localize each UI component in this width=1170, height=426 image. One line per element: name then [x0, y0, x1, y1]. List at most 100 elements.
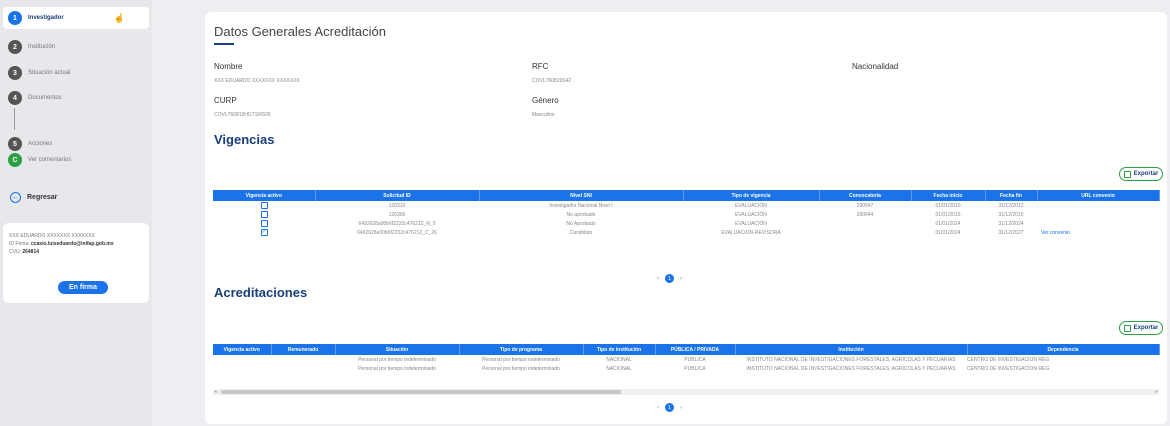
vigencias-pagination: ‹ 1 › — [657, 274, 682, 283]
vigencias-table: Vigencia activo Solicitud ID Nivel SNI T… — [213, 190, 1160, 237]
page-button[interactable]: 1 — [665, 274, 674, 283]
tipo-institucion: NACIONAL — [606, 365, 632, 372]
status-badge[interactable]: En firma — [58, 281, 108, 294]
situacion: Personal por tiempo indeterminado — [358, 365, 436, 372]
column-header[interactable]: Solicitud ID — [315, 190, 480, 201]
column-header[interactable]: Tipo de institución — [583, 344, 656, 355]
publica-privada: PUBLICA — [684, 365, 706, 372]
tipo-vigencia: EVALUACION-REVISORA — [721, 229, 781, 236]
scroll-right-icon[interactable]: ▸ — [1155, 389, 1158, 395]
step-institucion[interactable]: 2 Institución — [8, 38, 55, 56]
title-underline — [214, 43, 234, 45]
table-row: ✓ 6492628a00b6f2232c476212_C_26 Candidat… — [213, 228, 1159, 237]
fecha-fin: 31/12/2027 — [998, 229, 1024, 236]
acreditaciones-pagination: ‹ 1 › — [657, 403, 682, 412]
column-header[interactable]: Convocatoria — [819, 190, 912, 201]
step-ver-comentarios[interactable]: C Ver comentarios — [8, 151, 71, 169]
tipo-vigencia: EVALUACIÓN — [735, 220, 767, 227]
column-header[interactable]: Vigencia activo — [213, 344, 272, 355]
vigencia-checkbox[interactable] — [260, 211, 268, 218]
scroll-left-icon[interactable]: ◂ — [214, 389, 217, 395]
url-convenio[interactable] — [1037, 219, 1159, 228]
fecha-fin: 31/12/2015 — [998, 211, 1024, 218]
export-label: Exportar — [1133, 325, 1159, 331]
page-title: Datos Generales Acreditación — [214, 24, 386, 39]
step-label: Investigador — [28, 15, 64, 21]
next-page-icon[interactable]: › — [680, 276, 682, 282]
column-header[interactable]: Tipo de vigencia — [683, 190, 820, 201]
column-header[interactable]: Situación — [335, 344, 460, 355]
acreditaciones-title: Acreditaciones — [214, 285, 308, 300]
table-header-row: Vigencia activo Solicitud ID Nivel SNI T… — [213, 190, 1160, 201]
prev-page-icon[interactable]: ‹ — [657, 276, 659, 282]
step-label: Acciones — [28, 141, 53, 147]
vigencia-checkbox-checked[interactable]: ✓ — [260, 229, 268, 236]
step-label: Documentos — [28, 95, 62, 101]
column-header[interactable]: Fecha inicio — [911, 190, 986, 201]
solicitud-id: 6492628a00b6f2232c476212_N_0 — [358, 220, 436, 227]
publica-privada: PUBLICA — [684, 356, 706, 363]
column-header[interactable]: URL convenio — [1037, 190, 1160, 201]
export-icon — [1123, 170, 1131, 178]
tipo-programa: Personal por tiempo indeterminado — [482, 356, 560, 363]
nivel-sni: Candidato — [569, 229, 593, 236]
column-header[interactable]: Nivel SNI — [479, 190, 684, 201]
url-convenio[interactable] — [1037, 201, 1159, 210]
horizontal-scrollbar[interactable]: ◂ ▸ — [213, 389, 1159, 395]
step-number: 4 — [8, 91, 22, 105]
step-number: 3 — [8, 66, 22, 80]
fecha-inicio: 01/01/2024 — [935, 229, 961, 236]
ver-convenio-link[interactable]: Ver convenio — [1037, 228, 1159, 237]
step-investigador[interactable]: 1 Investigador ☝ — [3, 7, 149, 29]
vigencia-checkbox[interactable] — [260, 202, 268, 209]
situacion: Personal por tiempo indeterminado — [358, 356, 436, 363]
tipo-vigencia: EVALUACIÓN — [735, 202, 767, 209]
fecha-inicio: 01/01/2024 — [935, 220, 961, 227]
regresar-button[interactable]: ← Regresar — [10, 192, 57, 203]
nacionalidad-label: Nacionalidad — [852, 62, 899, 71]
column-header[interactable]: PÚBLICA / PRIVADA — [655, 344, 736, 355]
table-row: 120310 Investigador Nacional Nivel I EVA… — [213, 201, 1159, 210]
prev-page-icon[interactable]: ‹ — [657, 405, 659, 411]
solicitud-id: 120306 — [388, 211, 406, 218]
step-label: Ver comentarios — [28, 157, 72, 163]
step-documentos[interactable]: 4 Documentos — [8, 89, 62, 107]
user-firma: ID Firma: ccasio.luiseduardo@inifap.gob.… — [9, 241, 114, 247]
user-card: XXX EDUARDO XXXXXXX XXXXXXX ID Firma: cc… — [3, 223, 149, 303]
page-button[interactable]: 1 — [665, 403, 674, 412]
column-header[interactable]: Tipo de programa — [459, 344, 584, 355]
back-arrow-icon: ← — [10, 192, 21, 203]
column-header[interactable]: Remunerado — [271, 344, 336, 355]
table-row: 6492628a00b6f2232c476212_N_0 No Aprobado… — [213, 219, 1159, 228]
next-page-icon[interactable]: › — [680, 405, 682, 411]
column-header[interactable]: Vigencia activo — [213, 190, 316, 201]
step-number: 1 — [8, 11, 22, 25]
export-vigencias-button[interactable]: Exportar — [1119, 167, 1163, 181]
convocatoria — [819, 219, 911, 228]
main-panel: Datos Generales Acreditación Nombre XXX … — [205, 12, 1167, 424]
column-header[interactable]: Fecha fin — [985, 190, 1038, 201]
table-row: Personal por tiempo indeterminado Person… — [213, 355, 1159, 364]
user-cvu: CVU: 264814 — [9, 249, 40, 255]
url-convenio[interactable] — [1037, 210, 1159, 219]
table-row: Personal por tiempo indeterminado Person… — [213, 364, 1159, 373]
column-header[interactable]: Institución — [735, 344, 968, 355]
export-label: Exportar — [1133, 171, 1159, 177]
sidebar: 1 Investigador ☝ 2 Institución 3 Situaci… — [0, 0, 152, 426]
column-header[interactable]: Dependencia — [967, 344, 1160, 355]
tipo-programa: Personal por tiempo indeterminado — [482, 365, 560, 372]
export-acreditaciones-button[interactable]: Exportar — [1119, 321, 1163, 335]
step-number: C — [8, 153, 22, 167]
step-situacion[interactable]: 3 Situación actual — [8, 64, 70, 82]
convocatoria: 290547 — [856, 202, 874, 209]
dependencia: CENTRO DE INVESTIGACION REG — [967, 356, 1050, 363]
pointer-cursor-icon: ☝ — [113, 12, 125, 23]
tipo-vigencia: EVALUACIÓN — [735, 211, 767, 218]
fecha-inicio: 01/01/2015 — [935, 211, 961, 218]
step-connector — [14, 108, 15, 130]
scrollbar-thumb[interactable] — [221, 390, 621, 394]
nivel-sni: No aprobado — [566, 211, 596, 218]
nivel-sni: Investigador Nacional Nivel I — [549, 202, 613, 209]
nombre-value: XXX EDUARDO XXXXXXX XXXXXXX — [214, 78, 300, 84]
vigencia-checkbox[interactable] — [260, 220, 268, 227]
